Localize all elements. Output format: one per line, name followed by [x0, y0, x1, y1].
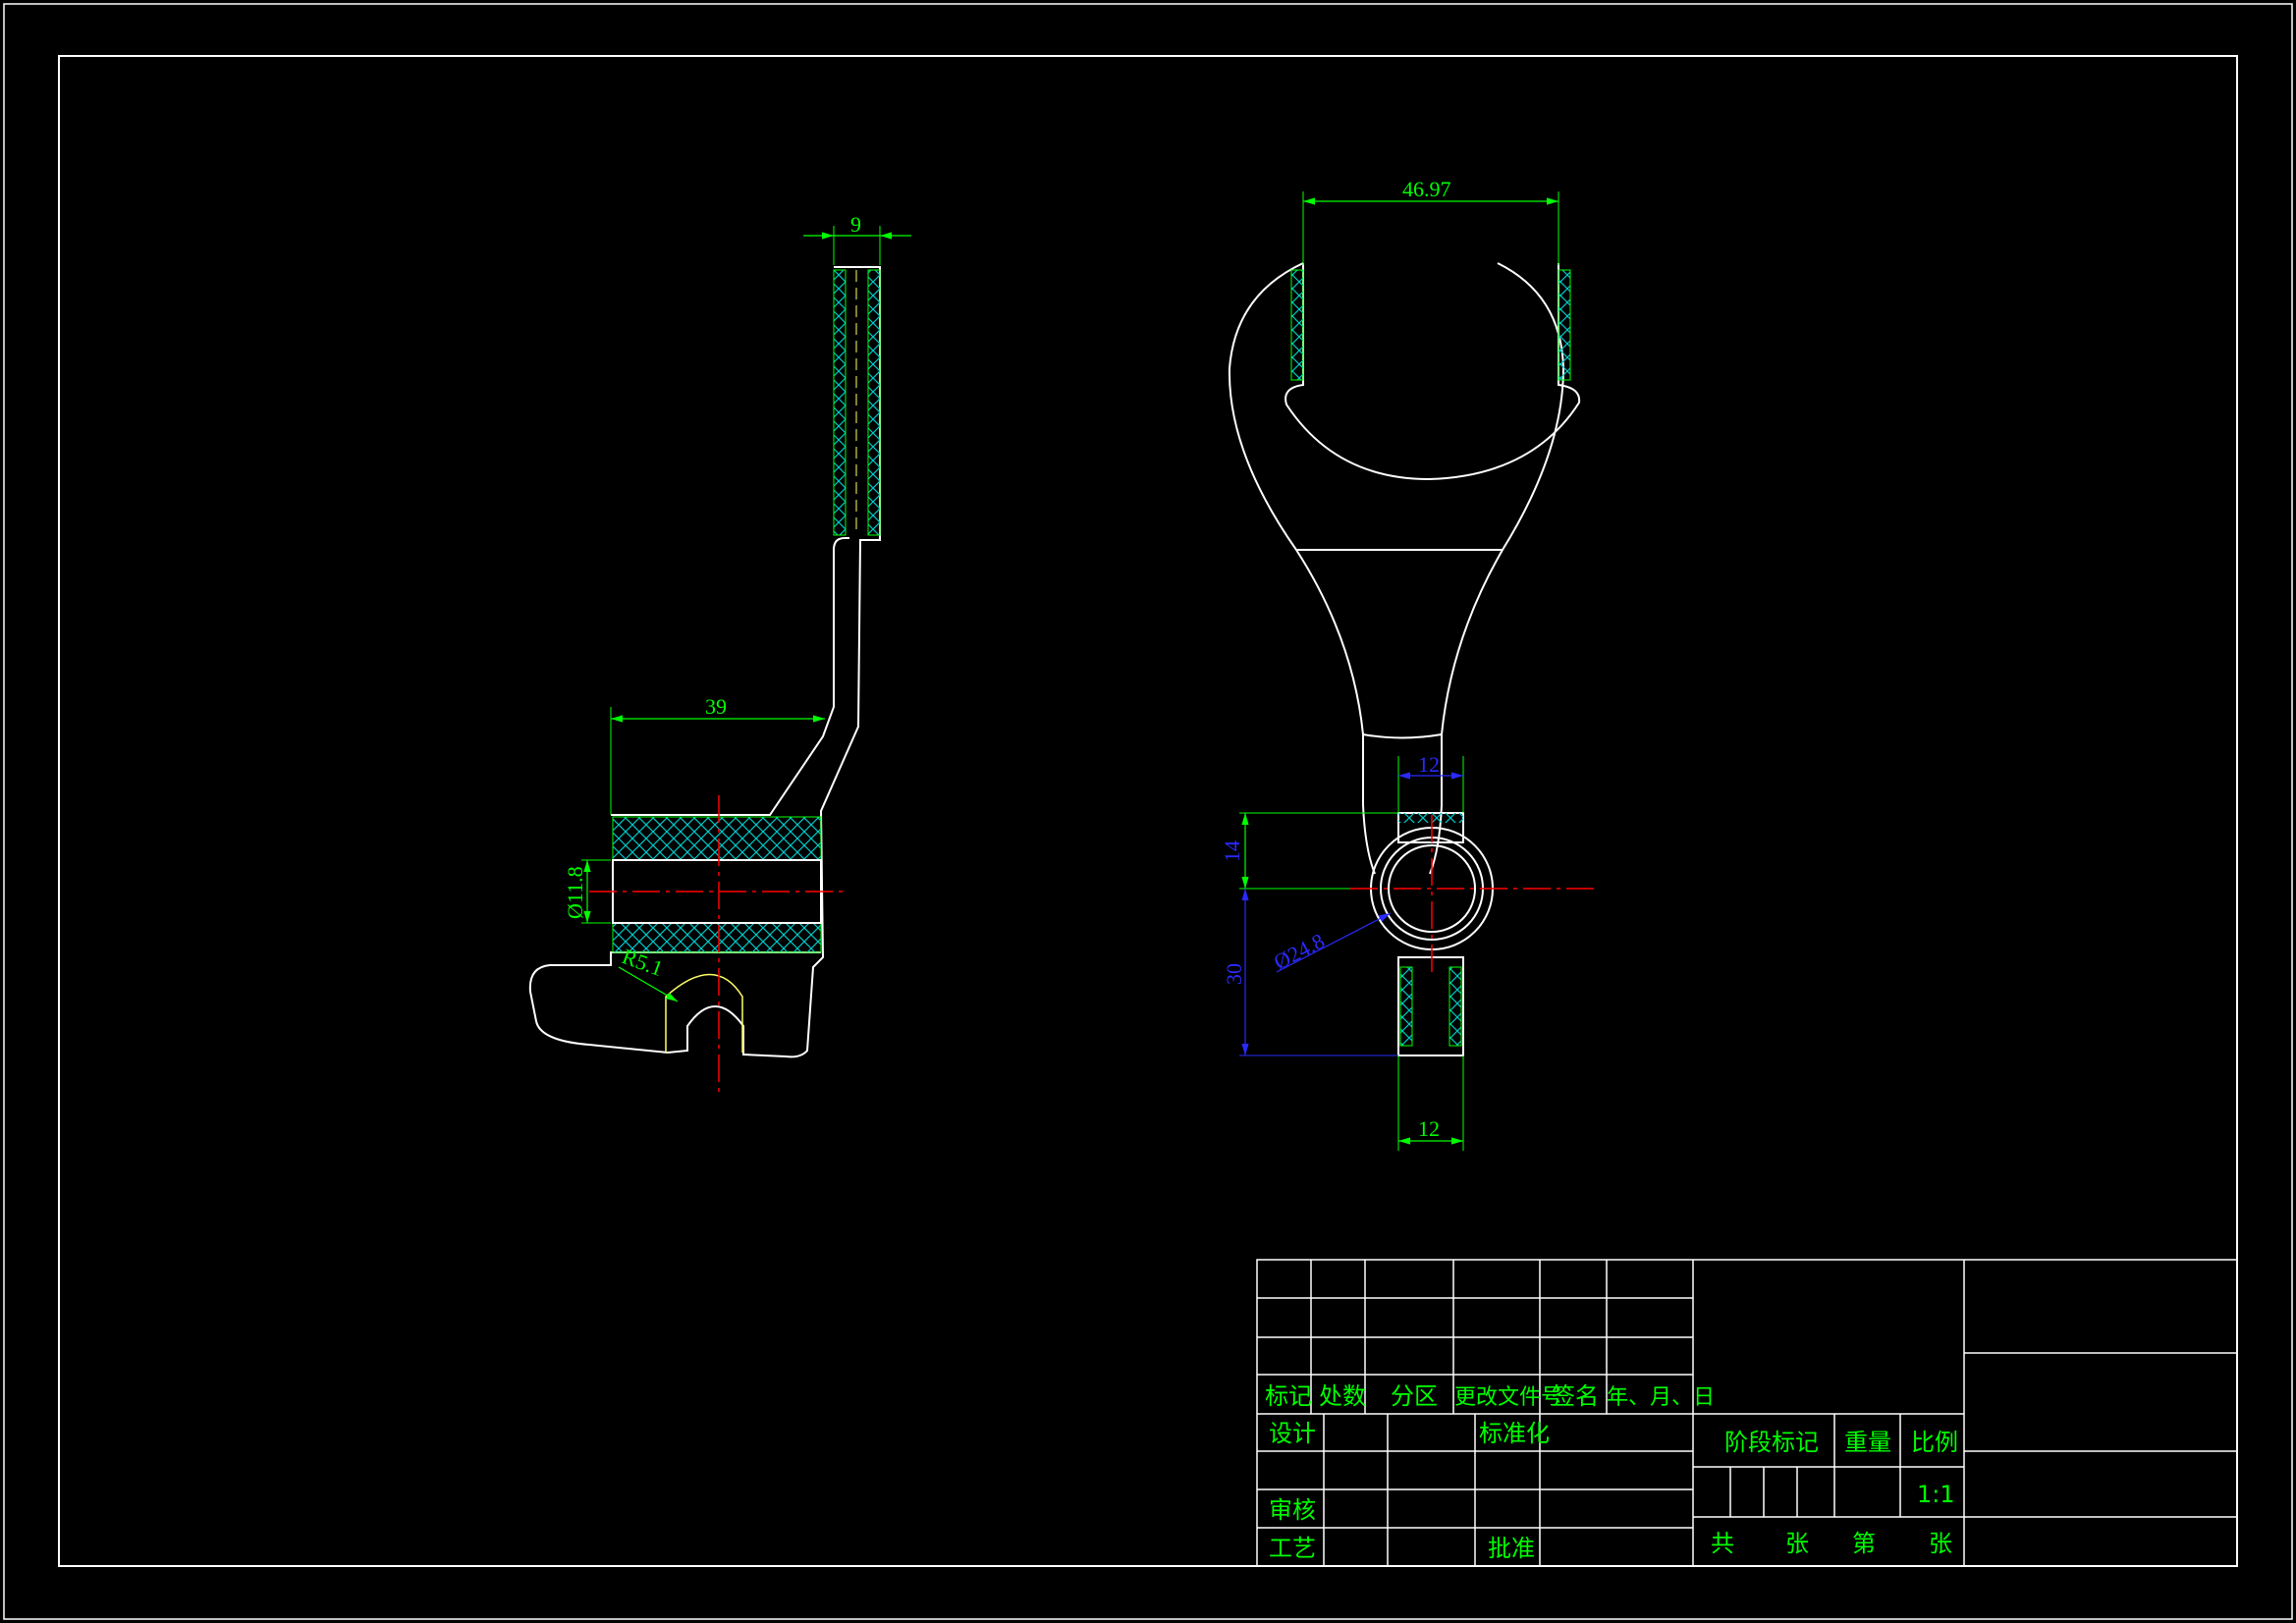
- front-view-outline: [1228, 262, 1581, 875]
- arm-hatch-left: [833, 269, 847, 536]
- label-total: 共: [1711, 1530, 1734, 1557]
- label-stage-mark: 阶段标记: [1724, 1429, 1819, 1456]
- label-weight: 重量: [1844, 1429, 1891, 1456]
- side-view: 9 39 Ø11.8 R5.1: [528, 212, 911, 1095]
- dim-slot-top-label: 12: [1418, 752, 1440, 777]
- header-zone: 分区: [1391, 1382, 1438, 1410]
- inner-border: [58, 55, 2238, 1567]
- label-review: 审核: [1269, 1496, 1316, 1524]
- header-change-doc: 更改文件号: [1454, 1385, 1562, 1410]
- side-hatch-top: [612, 816, 822, 861]
- label-scale: 比例: [1911, 1429, 1958, 1456]
- cad-drawing: 9 39 Ø11.8 R5.1 46.97 12 14 Ø24.8 30 12 …: [3, 3, 2293, 1620]
- label-design: 设计: [1269, 1420, 1316, 1447]
- title-block: [1256, 1259, 2238, 1567]
- dim-width-label: 9: [850, 212, 861, 237]
- header-date: 年、月、日: [1607, 1385, 1715, 1410]
- header-mark: 标记: [1265, 1382, 1312, 1410]
- header-count: 处数: [1319, 1382, 1366, 1410]
- dim-bore-label: Ø11.8: [563, 866, 587, 919]
- jaw-hatch-right: [1558, 269, 1571, 381]
- front-view: 46.97 12 14 Ø24.8 30 12: [1220, 177, 1596, 1151]
- label-sheets-2: 张: [1929, 1530, 1952, 1557]
- label-approval: 批准: [1488, 1535, 1535, 1562]
- side-hatch-bottom: [612, 922, 822, 953]
- label-process: 工艺: [1269, 1535, 1316, 1562]
- dim-opening-label: 46.97: [1402, 177, 1451, 201]
- dim-height-label: 30: [1222, 963, 1246, 985]
- label-sheets: 张: [1785, 1530, 1809, 1557]
- arm-hatch-right: [867, 269, 881, 536]
- dim-length-label: 39: [705, 694, 727, 719]
- label-sheet-no: 第: [1852, 1530, 1876, 1557]
- dim-bore-front-label: Ø24.8: [1270, 928, 1329, 974]
- scale-value: 1:1: [1917, 1481, 1955, 1508]
- dim-slot-bottom-label: 12: [1418, 1116, 1440, 1141]
- outer-border: [3, 3, 2293, 1620]
- dim-offset-label: 14: [1220, 840, 1244, 862]
- title-block-text: 标记 处数 分区 更改文件号 签名 年、月、日 设计 标准化 审核 工艺 批准 …: [1265, 1382, 1958, 1562]
- header-signature: 签名: [1552, 1382, 1599, 1410]
- jaw-hatch-left: [1290, 269, 1304, 381]
- label-standardization: 标准化: [1479, 1420, 1550, 1447]
